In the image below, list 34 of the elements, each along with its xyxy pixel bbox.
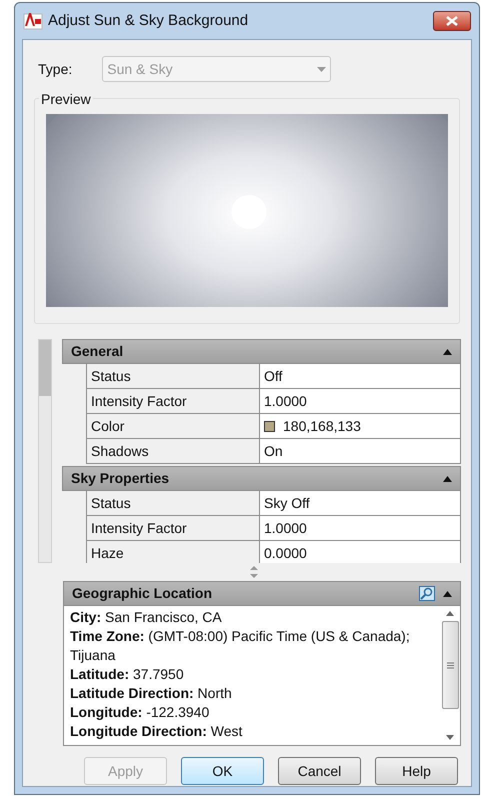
location-detail: City: San Francisco, CA xyxy=(70,608,223,627)
section-header[interactable]: Geographic Location xyxy=(63,581,461,606)
property-value[interactable]: On xyxy=(264,439,283,463)
location-detail: Time Zone: (GMT-08:00) Pacific Time (US & Canada); Tijuana xyxy=(70,627,411,665)
close-button[interactable] xyxy=(433,11,471,31)
splitter-handle-icon[interactable] xyxy=(249,565,259,579)
location-detail: Latitude: 37.7950 xyxy=(70,665,185,684)
dialog-button[interactable]: Cancel xyxy=(278,757,361,785)
dropdown-caret-icon xyxy=(317,66,326,72)
section-title: Geographic Location xyxy=(72,584,214,603)
scrollbar-thumb[interactable] xyxy=(39,340,51,396)
property-value[interactable]: Off xyxy=(264,364,282,388)
collapse-icon[interactable] xyxy=(443,348,452,354)
map-icon[interactable] xyxy=(419,586,435,601)
section-title: Sky Properties xyxy=(71,469,170,488)
collapse-icon[interactable] xyxy=(443,476,452,482)
dialog-button[interactable]: Help xyxy=(375,757,458,785)
dialog-button[interactable]: OK xyxy=(181,757,264,785)
section-header[interactable]: Sky Properties xyxy=(62,466,461,491)
location-detail: Latitude Direction: North xyxy=(70,684,233,703)
location-detail: Longitude: -122.3940 xyxy=(70,703,210,722)
section-title: General xyxy=(71,342,124,361)
scrollbar-thumb[interactable] xyxy=(442,621,458,709)
close-icon xyxy=(446,16,458,26)
scroll-down-icon[interactable] xyxy=(446,735,454,740)
grip-icon xyxy=(446,662,454,668)
location-detail: Longitude Direction: West xyxy=(70,722,244,741)
type-label: Type: xyxy=(38,60,72,79)
app-icon xyxy=(23,12,43,30)
window-title: Adjust Sun & Sky Background xyxy=(48,10,250,31)
section-header[interactable]: General xyxy=(62,339,461,364)
collapse-icon[interactable] xyxy=(443,590,452,596)
scroll-up-icon[interactable] xyxy=(446,611,454,616)
scrollbar[interactable] xyxy=(38,339,52,563)
